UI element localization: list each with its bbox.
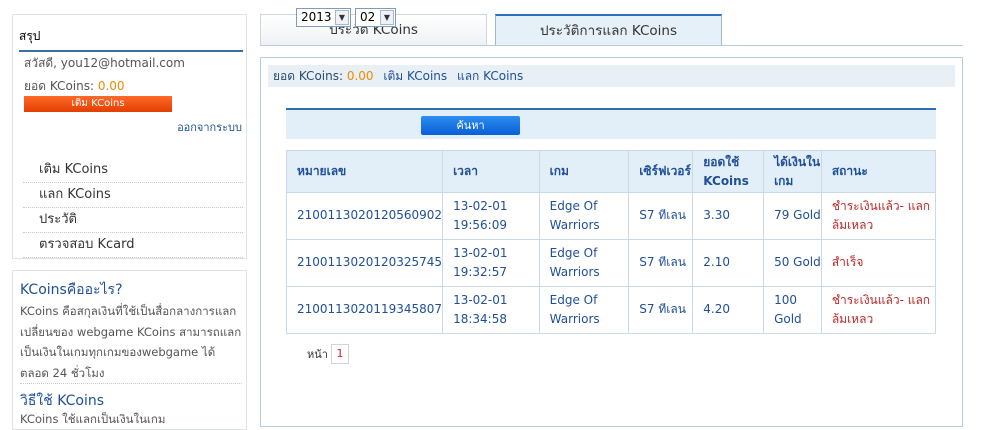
sidebar-item-topup[interactable]: เติม KCoins: [23, 159, 243, 183]
cell-game: Edge Of Warriors: [538, 239, 630, 287]
sidebar-item-history[interactable]: ประวัติ: [23, 209, 243, 233]
sidebar-item-exchange[interactable]: แลก KCoins: [23, 184, 243, 208]
table-row: 2100113020120325745 13-02-01 19:32:57 Ed…: [285, 239, 937, 287]
page-number-button[interactable]: 1: [331, 344, 349, 364]
chevron-down-icon: ▼: [380, 10, 394, 25]
info-panel: KCoinsคืออะไร? KCoins คือสกุลเงินที่ใช้เ…: [12, 270, 247, 430]
divider: [20, 383, 242, 384]
sidebar-item-check-kcard[interactable]: ตรวจสอบ Kcard: [23, 234, 243, 258]
cell-time: 13-02-01 19:56:09: [442, 192, 540, 240]
user-greeting: สวัสดี, you12@hotmail.com: [24, 56, 185, 70]
balance-row: ยอด KCoins: 0.00: [24, 77, 125, 96]
pager-label: หน้า: [307, 348, 328, 361]
exchange-history-table: หมายเลข เวลา เกม เซิร์ฟเวอร์ ยอดใช้ KCoi…: [285, 150, 937, 334]
col-header-game: เกม: [538, 150, 630, 193]
cell-status: ชำระเงินแล้ว- แลกล้มเหลว: [820, 286, 937, 334]
info-bar-balance-label: ยอด KCoins:: [273, 69, 344, 83]
balance-info-bar: ยอด KCoins: 0.00 เติม KCoins แลก KCoins: [268, 65, 955, 87]
cell-status: ชำระเงินแล้ว- แลกล้มเหลว: [820, 192, 937, 240]
col-header-amount: ยอดใช้ KCoins: [692, 150, 765, 193]
cell-server: S7 ทีเลน: [628, 239, 694, 287]
cell-time: 13-02-01 18:34:58: [442, 286, 540, 334]
table-row: 210011302012056090​2 13-02-01 19:56:09 E…: [285, 192, 937, 240]
sidebar-menu: เติม KCoins แลก KCoins ประวัติ ตรวจสอบ K…: [23, 159, 243, 258]
cell-server: S7 ทีเลน: [628, 192, 694, 240]
col-header-time: เวลา: [442, 150, 540, 193]
info-bar-balance-value: 0.00: [346, 69, 374, 83]
col-header-gold: ได้เงินในเกม: [763, 150, 822, 193]
topup-button[interactable]: เติม KCoins: [24, 96, 172, 112]
info-text: KCoins คือสกุลเงินที่ใช้เป็นสื่อกลางการแ…: [20, 304, 242, 380]
table-row: 2100113020119345807 13-02-01 18:34:58 Ed…: [285, 286, 937, 334]
table-header-row: หมายเลข เวลา เกม เซิร์ฟเวอร์ ยอดใช้ KCoi…: [285, 150, 937, 193]
tab-exchange-history[interactable]: ประวัติการแลก KCoins: [495, 14, 722, 46]
filter-bar: [286, 108, 936, 139]
cell-gold: 79 Gold: [763, 192, 822, 240]
cell-gold: 100 Gold: [763, 286, 822, 334]
balance-value: 0.00: [97, 79, 125, 93]
summary-title: สรุป: [19, 27, 243, 52]
cell-time: 13-02-01 19:32:57: [442, 239, 540, 287]
cell-id: 2100113020119345807: [285, 286, 444, 334]
howto-title: วิธีใช้ KCoins: [20, 393, 105, 409]
cell-amount: 2.10: [692, 239, 765, 287]
balance-label: ยอด KCoins:: [24, 79, 95, 93]
cell-game: Edge Of Warriors: [538, 286, 630, 334]
summary-panel: สรุป สวัสดี, you12@hotmail.com ยอด KCoin…: [12, 14, 247, 259]
chevron-down-icon: ▼: [335, 10, 349, 25]
cell-id: 2100113020120325745: [285, 239, 444, 287]
cell-id: 210011302012056090​2: [285, 192, 444, 240]
cell-status: สำเร็จ: [820, 239, 937, 287]
cell-amount: 4.20: [692, 286, 765, 334]
month-select[interactable]: 02 ▼: [355, 8, 396, 27]
cell-gold: 50 Gold: [763, 239, 822, 287]
year-value: 2013: [301, 10, 332, 24]
cell-game: Edge Of Warriors: [538, 192, 630, 240]
cell-server: S7 ทีเลน: [628, 286, 694, 334]
info-bar-exchange-link[interactable]: แลก KCoins: [457, 69, 523, 83]
col-header-status: สถานะ: [820, 150, 937, 193]
tab-underline: [260, 45, 963, 46]
info-bar-topup-link[interactable]: เติม KCoins: [383, 69, 447, 83]
search-button[interactable]: ค้นหา: [421, 116, 520, 135]
cell-amount: 3.30: [692, 192, 765, 240]
col-header-id: หมายเลข: [285, 150, 444, 193]
year-select[interactable]: 2013 ▼: [296, 8, 351, 27]
month-value: 02: [360, 10, 376, 24]
col-header-server: เซิร์ฟเวอร์: [628, 150, 694, 193]
logout-link[interactable]: ออกจากระบบ: [177, 118, 242, 136]
howto-text: KCoins ใช้แลกเป็นเงินในเกม: [20, 412, 166, 426]
info-title: KCoinsคืออะไร?: [20, 282, 123, 298]
